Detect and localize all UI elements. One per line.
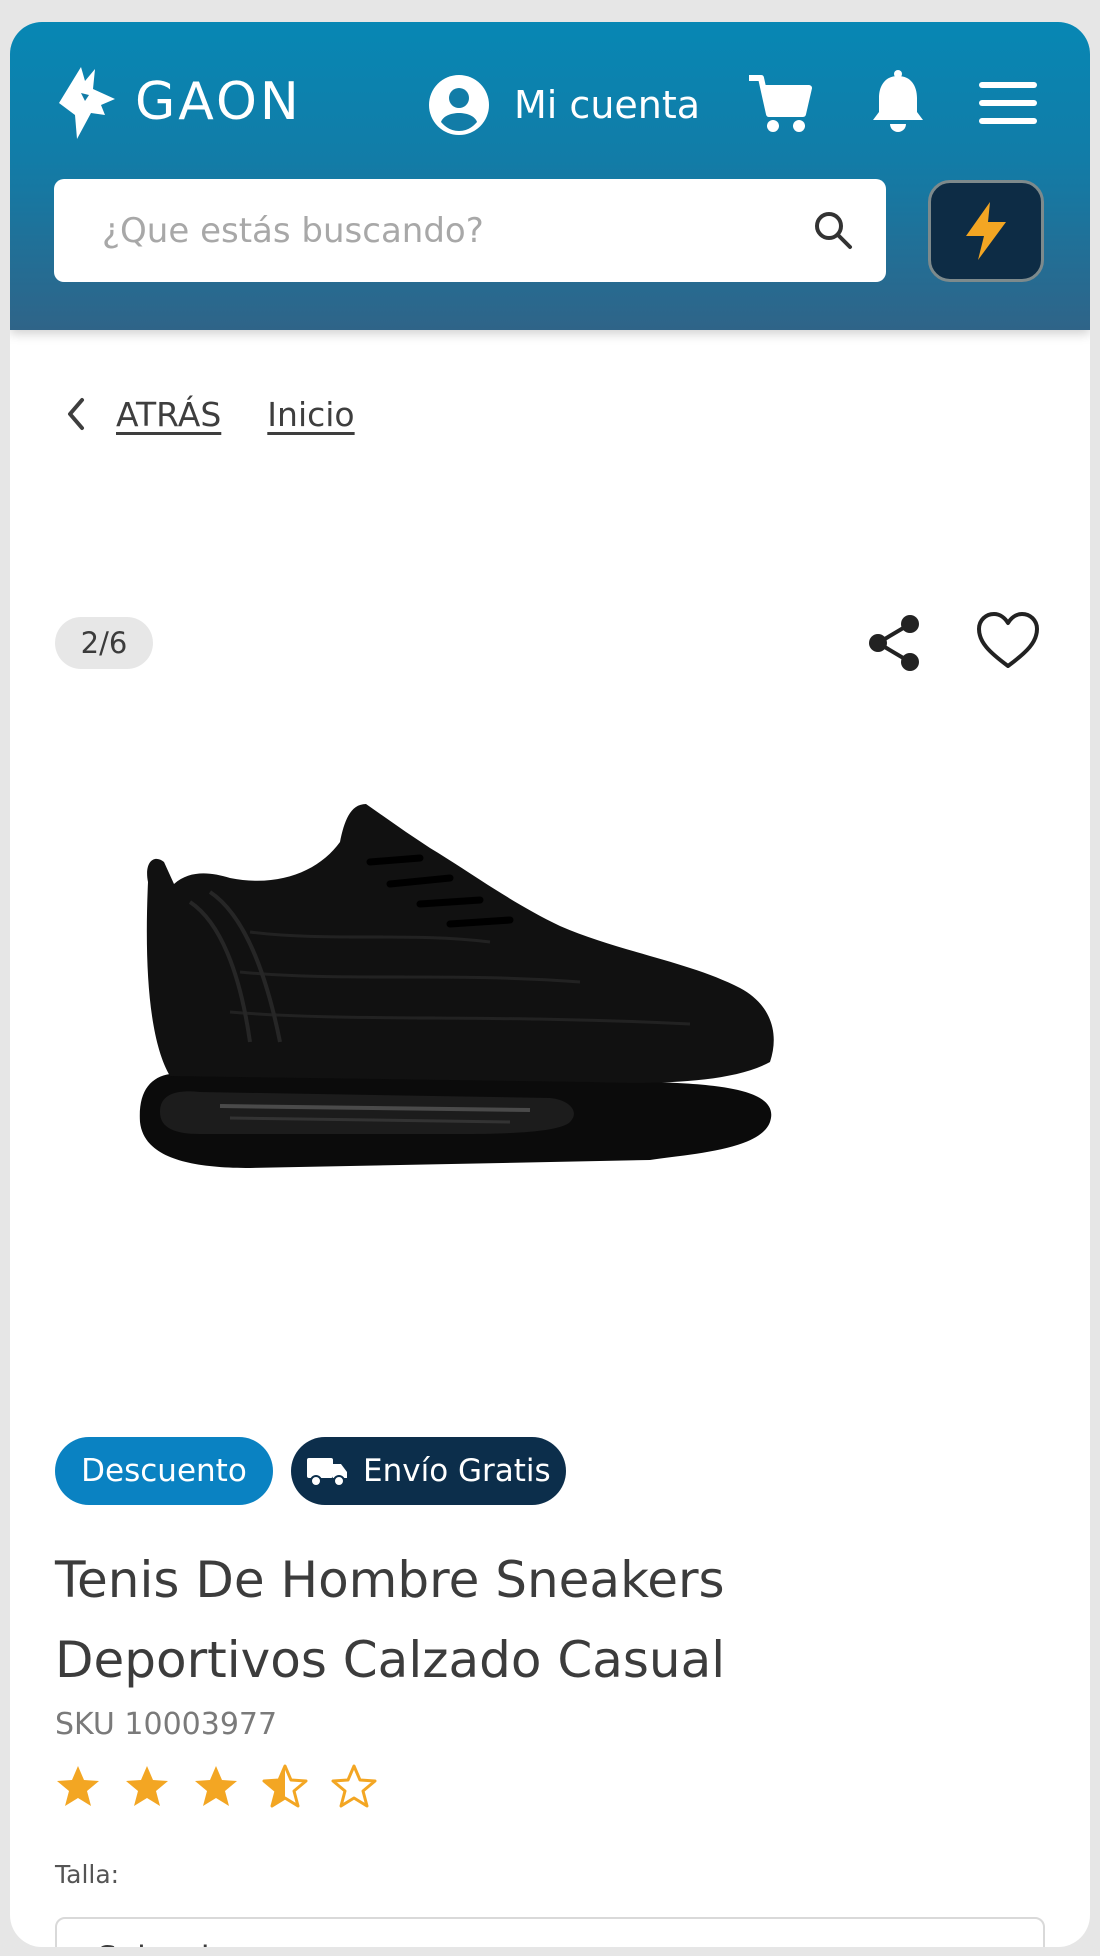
logo[interactable]: GAON — [55, 62, 302, 142]
truck-icon — [307, 1458, 347, 1487]
search-icon[interactable] — [810, 207, 856, 253]
image-counter: 2/6 — [55, 617, 153, 669]
star-empty-icon — [331, 1764, 377, 1808]
product-title: Tenis De Hombre Sneakers Deportivos Calz… — [55, 1551, 726, 1689]
breadcrumb-home-link[interactable]: Inicio — [267, 395, 354, 434]
product-image[interactable] — [130, 792, 970, 1232]
chevron-left-icon[interactable] — [62, 394, 90, 434]
size-label: Talla: — [55, 1860, 120, 1889]
heart-icon[interactable] — [975, 610, 1041, 672]
account-label: Mi cuenta — [514, 83, 701, 127]
rating-stars — [55, 1764, 400, 1808]
discount-badge: Descuento — [55, 1437, 273, 1505]
free-shipping-badge-label: Envío Gratis — [363, 1453, 551, 1489]
star-full-icon — [57, 1766, 99, 1806]
user-avatar-icon — [429, 75, 489, 135]
bell-icon[interactable] — [863, 68, 933, 138]
search-input[interactable] — [100, 209, 764, 252]
discount-badge-label: Descuento — [81, 1453, 247, 1489]
device-frame: GAON Mi cuenta ¿Que estás buscando? ATRÁ… — [0, 0, 1100, 1956]
size-select[interactable]: Seleccionar — [55, 1917, 1045, 1947]
flash-deals-button[interactable] — [928, 180, 1044, 282]
unicorn-logo-icon — [59, 67, 115, 139]
cart-icon[interactable] — [745, 68, 815, 138]
product-sku: SKU 10003977 — [55, 1707, 278, 1742]
search-bar — [54, 179, 886, 282]
logo-text: GAON — [135, 72, 302, 132]
account-link[interactable]: Mi cuenta — [428, 70, 700, 140]
site-header: GAON Mi cuenta — [10, 22, 1090, 330]
hamburger-menu-icon[interactable] — [973, 68, 1043, 138]
lightning-bolt-icon — [966, 202, 1006, 260]
product-badges: Descuento Envío Gratis — [55, 1437, 566, 1505]
screen: GAON Mi cuenta ¿Que estás buscando? ATRÁ… — [10, 22, 1090, 1947]
star-half-icon — [262, 1764, 308, 1808]
star-full-icon — [195, 1766, 237, 1806]
star-full-icon — [126, 1766, 168, 1806]
breadcrumb: ATRÁS Inicio — [62, 394, 355, 434]
free-shipping-badge: Envío Gratis — [291, 1437, 566, 1505]
back-link[interactable]: ATRÁS — [116, 395, 221, 434]
share-icon[interactable] — [864, 612, 924, 674]
